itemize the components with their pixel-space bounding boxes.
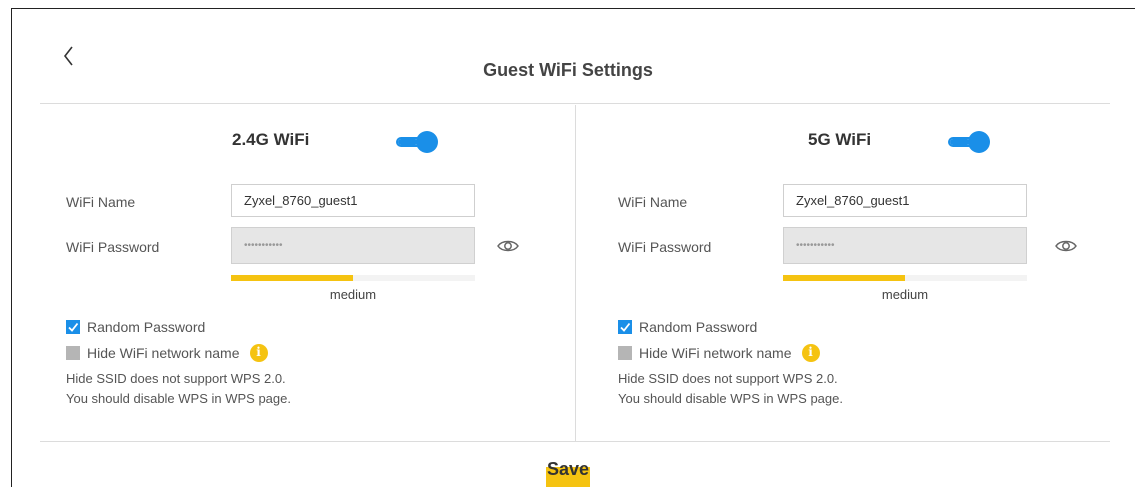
wps-note-line1: Hide SSID does not support WPS 2.0. [618,371,838,386]
random-password-checkbox[interactable] [66,320,80,334]
eye-icon[interactable] [1054,238,1078,254]
band-title: 5G WiFi [808,130,872,149]
footer-divider [40,441,1110,442]
wps-note-line2: You should disable WPS in WPS page. [66,391,291,406]
password-strength-label: medium [881,287,929,302]
eye-icon[interactable] [496,238,520,254]
band-panel-24g: 2.4G WiFi WiFi Name WiFi Password medium… [38,105,558,441]
random-password-checkbox[interactable] [618,320,632,334]
random-password-label: Random Password [87,319,206,335]
wps-note: Hide SSID does not support WPS 2.0. You … [66,369,291,409]
password-strength-bar [783,275,1027,281]
hide-network-checkbox[interactable] [618,346,632,360]
page-title: Guest WiFi Settings [483,60,653,80]
hide-network-option: Hide WiFi network name i [618,344,820,362]
random-password-option: Random Password [618,319,757,335]
wifi-password-label: WiFi Password [618,239,712,255]
info-icon[interactable]: i [249,344,268,362]
wps-note-line1: Hide SSID does not support WPS 2.0. [66,371,286,386]
check-icon [68,322,79,332]
wps-note-line2: You should disable WPS in WPS page. [618,391,843,406]
password-strength-fill [783,275,905,281]
band-enable-toggle[interactable] [948,131,990,153]
hide-network-label: Hide WiFi network name [639,345,792,361]
hide-network-checkbox[interactable] [66,346,80,360]
password-strength-label: medium [329,287,377,302]
wifi-name-label: WiFi Name [618,194,688,210]
wifi-name-input[interactable] [231,184,475,217]
random-password-option: Random Password [66,319,205,335]
hide-network-option: Hide WiFi network name i [66,344,268,362]
wifi-name-input[interactable] [783,184,1027,217]
password-strength-fill [231,275,353,281]
random-password-label: Random Password [639,319,758,335]
info-icon[interactable]: i [801,344,820,362]
header-divider [40,103,1110,104]
wps-note: Hide SSID does not support WPS 2.0. You … [618,369,843,409]
check-icon [620,322,631,332]
band-title: 2.4G WiFi [232,130,310,149]
hide-network-label: Hide WiFi network name [87,345,240,361]
wifi-password-input[interactable] [231,227,475,264]
save-button[interactable]: Save [528,456,608,487]
wifi-password-label: WiFi Password [66,239,160,255]
save-label: Save [546,459,590,479]
wifi-password-input[interactable] [783,227,1027,264]
band-panel-5g: 5G WiFi WiFi Name WiFi Password medium R… [590,105,1110,441]
password-strength-bar [231,275,475,281]
panel-divider [575,105,576,441]
wifi-name-label: WiFi Name [66,194,136,210]
band-enable-toggle[interactable] [396,131,438,153]
